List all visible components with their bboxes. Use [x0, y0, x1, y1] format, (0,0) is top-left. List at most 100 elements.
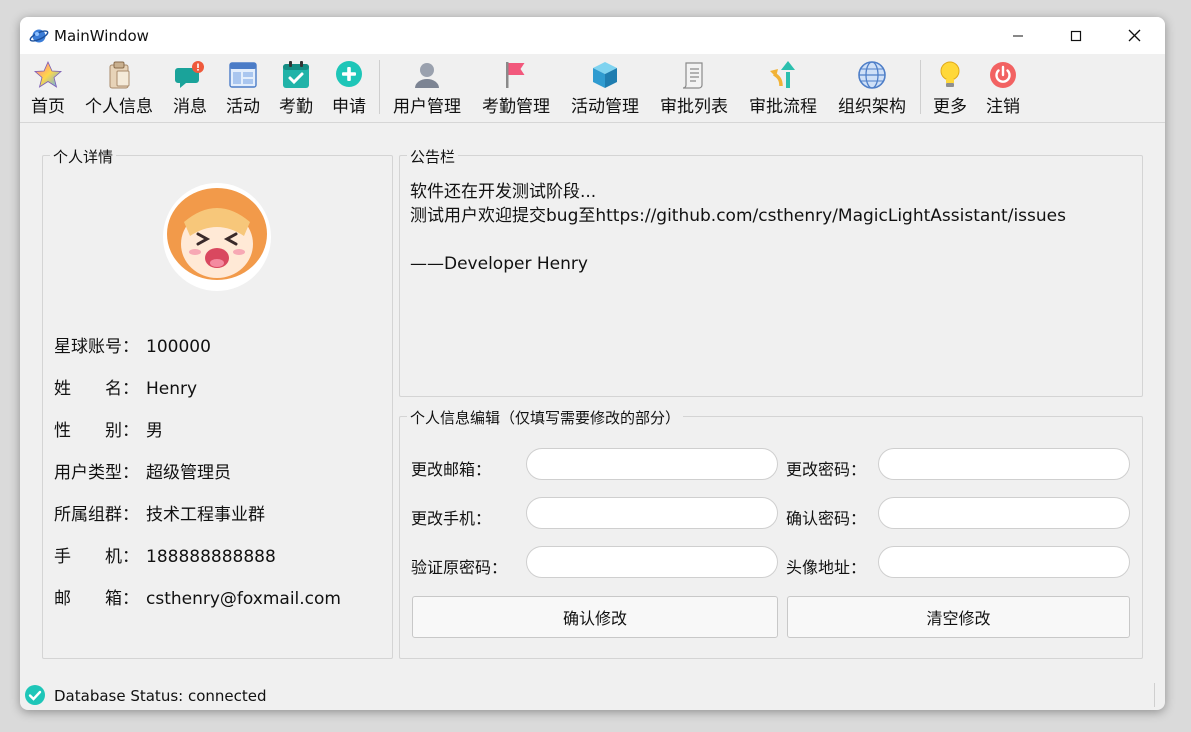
calendar-check-icon — [283, 61, 309, 88]
profile-row-phone: 手 机： 188888888888 — [54, 542, 276, 567]
toolbar-separator — [920, 60, 921, 114]
toolbar-item-home[interactable]: 首页 — [27, 58, 69, 120]
close-button[interactable] — [1105, 17, 1163, 54]
profile-row-gender: 性 别： 男 — [54, 416, 163, 441]
document-list-icon — [682, 62, 703, 89]
toolbar-item-activities[interactable]: 活动 — [222, 58, 264, 120]
planet-icon — [29, 26, 49, 50]
layout-icon — [229, 62, 257, 88]
profile-row-account: 星球账号： 100000 — [54, 332, 211, 357]
power-icon — [990, 62, 1016, 88]
main-window: MainWindow 首页 个人信息 消息 活动 考勤 申请 用户管理 考勤管理… — [20, 17, 1165, 710]
toolbar-item-attendance-management[interactable]: 考勤管理 — [478, 58, 554, 120]
lightbulb-icon — [940, 61, 960, 87]
profile-row-user-type: 用户类型： 超级管理员 — [54, 458, 231, 483]
toolbar-label: 审批列表 — [660, 97, 728, 117]
toolbar-item-messages[interactable]: 消息 — [169, 58, 211, 120]
minimize-icon — [1013, 35, 1023, 36]
avatar-url-field[interactable] — [878, 546, 1130, 578]
notice-line — [410, 228, 1066, 252]
toolbar-label: 活动 — [226, 97, 260, 117]
flag-icon — [506, 62, 525, 88]
confirm-password-field-label: 确认密码： — [786, 509, 867, 528]
toolbar-item-approval-list[interactable]: 审批列表 — [656, 58, 732, 120]
star-icon — [33, 61, 63, 88]
old-password-field-label: 验证原密码： — [411, 558, 508, 577]
avatar-url-field-label: 头像地址： — [786, 558, 867, 577]
profile-label: 手 机： — [54, 547, 139, 567]
toolbar-item-apply[interactable]: 申请 — [328, 58, 370, 120]
profile-label: 性 别： — [54, 421, 139, 441]
clear-button[interactable]: 清空修改 — [787, 596, 1130, 638]
edit-group: 个人信息编辑（仅填写需要修改的部分） 更改邮箱： 更改密码： 更改手机： 确认密… — [399, 407, 1143, 659]
profile-label: 所属组群： — [54, 505, 139, 525]
profile-value: Henry — [146, 379, 198, 399]
profile-label: 用户类型： — [54, 463, 139, 483]
toolbar-label: 活动管理 — [571, 97, 639, 117]
toolbar-label: 考勤 — [279, 97, 313, 117]
cube-icon — [593, 62, 617, 88]
toolbar-separator — [379, 60, 380, 114]
toolbar: 首页 个人信息 消息 活动 考勤 申请 用户管理 考勤管理 活动管理 审批列表 … — [20, 54, 1165, 123]
toolbar-item-organization[interactable]: 组织架构 — [834, 58, 910, 120]
status-bar: Database Status: connected — [20, 679, 1165, 710]
profile-row-email: 邮 箱： csthenry@foxmail.com — [54, 584, 341, 609]
title-bar: MainWindow — [20, 17, 1165, 54]
profile-value: 100000 — [146, 337, 211, 357]
maximize-button[interactable] — [1047, 17, 1105, 54]
toolbar-item-activity-management[interactable]: 活动管理 — [567, 58, 643, 120]
chat-bubble-icon — [175, 61, 204, 88]
phone-field[interactable] — [526, 497, 778, 529]
confirm-button[interactable]: 确认修改 — [412, 596, 778, 638]
toolbar-label: 个人信息 — [85, 97, 153, 117]
minimize-button[interactable] — [989, 17, 1047, 54]
toolbar-item-attendance[interactable]: 考勤 — [275, 58, 317, 120]
toolbar-label: 更多 — [933, 97, 967, 117]
avatar — [162, 182, 272, 296]
user-icon — [415, 63, 439, 88]
profile-row-group: 所属组群： 技术工程事业群 — [54, 500, 265, 525]
notice-line: 测试用户欢迎提交bug至https://github.com/csthenry/… — [410, 206, 1066, 226]
email-field[interactable] — [526, 448, 778, 480]
toolbar-item-profile[interactable]: 个人信息 — [81, 58, 157, 120]
notice-group-title: 公告栏 — [407, 146, 459, 167]
toolbar-label: 消息 — [173, 97, 207, 117]
toolbar-label: 组织架构 — [838, 97, 906, 117]
profile-value: csthenry@foxmail.com — [146, 589, 341, 609]
toolbar-label: 审批流程 — [749, 97, 817, 117]
toolbar-label: 注销 — [986, 97, 1020, 117]
toolbar-label: 申请 — [332, 97, 366, 117]
window-title: MainWindow — [54, 27, 149, 45]
password-field[interactable] — [878, 448, 1130, 480]
old-password-field[interactable] — [526, 546, 778, 578]
branch-arrows-icon — [770, 61, 795, 88]
toolbar-label: 首页 — [31, 97, 65, 117]
notice-group: 公告栏 软件还在开发测试阶段... 测试用户欢迎提交bug至https://gi… — [399, 146, 1143, 397]
profile-label: 星球账号： — [54, 337, 139, 357]
email-field-label: 更改邮箱： — [411, 460, 492, 479]
profile-value: 超级管理员 — [146, 463, 231, 483]
phone-field-label: 更改手机： — [411, 509, 492, 528]
confirm-password-field[interactable] — [878, 497, 1130, 529]
edit-group-title: 个人信息编辑（仅填写需要修改的部分） — [407, 407, 684, 428]
profile-value: 188888888888 — [146, 547, 276, 567]
toolbar-label: 考勤管理 — [482, 97, 550, 117]
toolbar-item-user-management[interactable]: 用户管理 — [389, 58, 465, 120]
profile-group-title: 个人详情 — [50, 146, 117, 167]
toolbar-item-more[interactable]: 更多 — [929, 58, 971, 120]
profile-value: 技术工程事业群 — [146, 505, 265, 525]
plus-circle-icon — [336, 61, 362, 87]
profile-value: 男 — [146, 421, 163, 441]
notice-line: 软件还在开发测试阶段... — [410, 182, 597, 202]
profile-group: 个人详情 星球账号： 100000 姓 名： Henry 性 别： 男 用户类型：… — [42, 146, 393, 659]
profile-label: 邮 箱： — [54, 589, 139, 609]
notice-line: ——Developer Henry — [410, 254, 588, 274]
check-circle-icon — [25, 685, 45, 705]
maximize-icon — [1070, 30, 1082, 41]
password-field-label: 更改密码： — [786, 460, 867, 479]
notice-content: 软件还在开发测试阶段... 测试用户欢迎提交bug至https://github… — [410, 180, 1066, 276]
toolbar-item-approval-flow[interactable]: 审批流程 — [745, 58, 821, 120]
profile-row-name: 姓 名： Henry — [54, 374, 197, 399]
clipboard-icon — [109, 61, 130, 89]
toolbar-item-logout[interactable]: 注销 — [982, 58, 1024, 120]
